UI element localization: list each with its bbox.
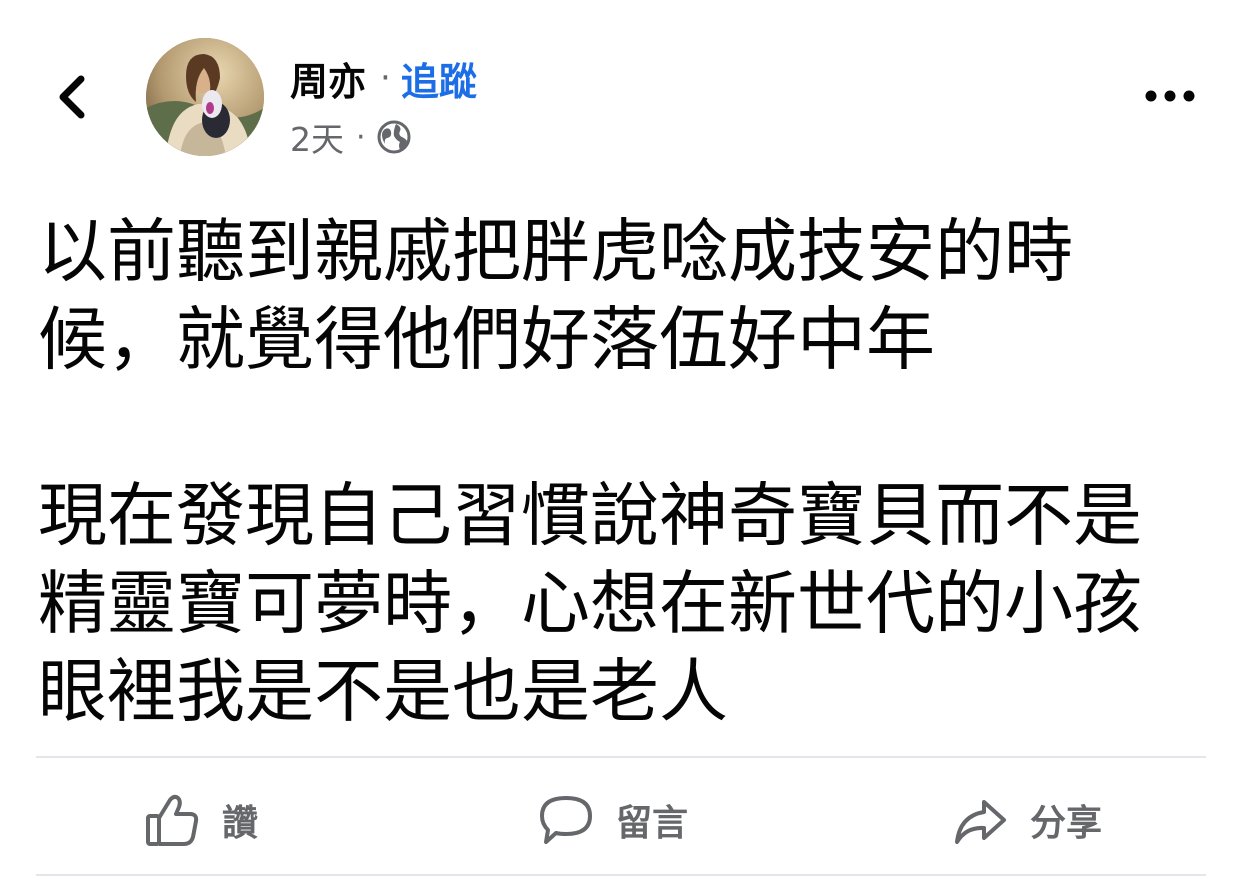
comment-label: 留言: [616, 803, 689, 844]
actions-divider-top: [36, 756, 1206, 758]
post-text: 以前聽到親戚把胖虎唸成技安的時 候，就覺得他們好落伍好中年 現在發現自己習慣說神…: [38, 212, 1142, 732]
author-separator: ·: [380, 58, 391, 98]
more-options-button[interactable]: [1138, 78, 1202, 114]
like-button[interactable]: 讚: [144, 768, 258, 872]
comment-bubble-icon: [540, 796, 592, 844]
share-button[interactable]: 分享: [952, 768, 1102, 872]
post-meta: 2天 ·: [290, 112, 412, 162]
more-dots-icon: [1145, 90, 1195, 102]
comment-button[interactable]: 留言: [538, 768, 688, 872]
share-arrow-icon: [955, 800, 1006, 844]
avatar[interactable]: [146, 38, 264, 156]
like-label: 讚: [222, 803, 259, 844]
post-time[interactable]: 2天: [290, 113, 344, 161]
avatar-image: [146, 38, 264, 156]
author-name[interactable]: 周亦: [290, 51, 366, 106]
chevron-left-icon: [59, 75, 85, 119]
actions-divider-bottom: [36, 874, 1206, 876]
author-line: 周亦 · 追蹤: [290, 52, 477, 104]
meta-separator: ·: [356, 119, 366, 155]
globe-icon: [376, 119, 412, 155]
post-actions: 讚 留言 分享: [0, 768, 1242, 872]
share-label: 分享: [1030, 803, 1103, 844]
follow-button[interactable]: 追蹤: [401, 51, 477, 106]
back-button[interactable]: [48, 70, 96, 124]
thumbs-up-icon: [146, 794, 199, 846]
